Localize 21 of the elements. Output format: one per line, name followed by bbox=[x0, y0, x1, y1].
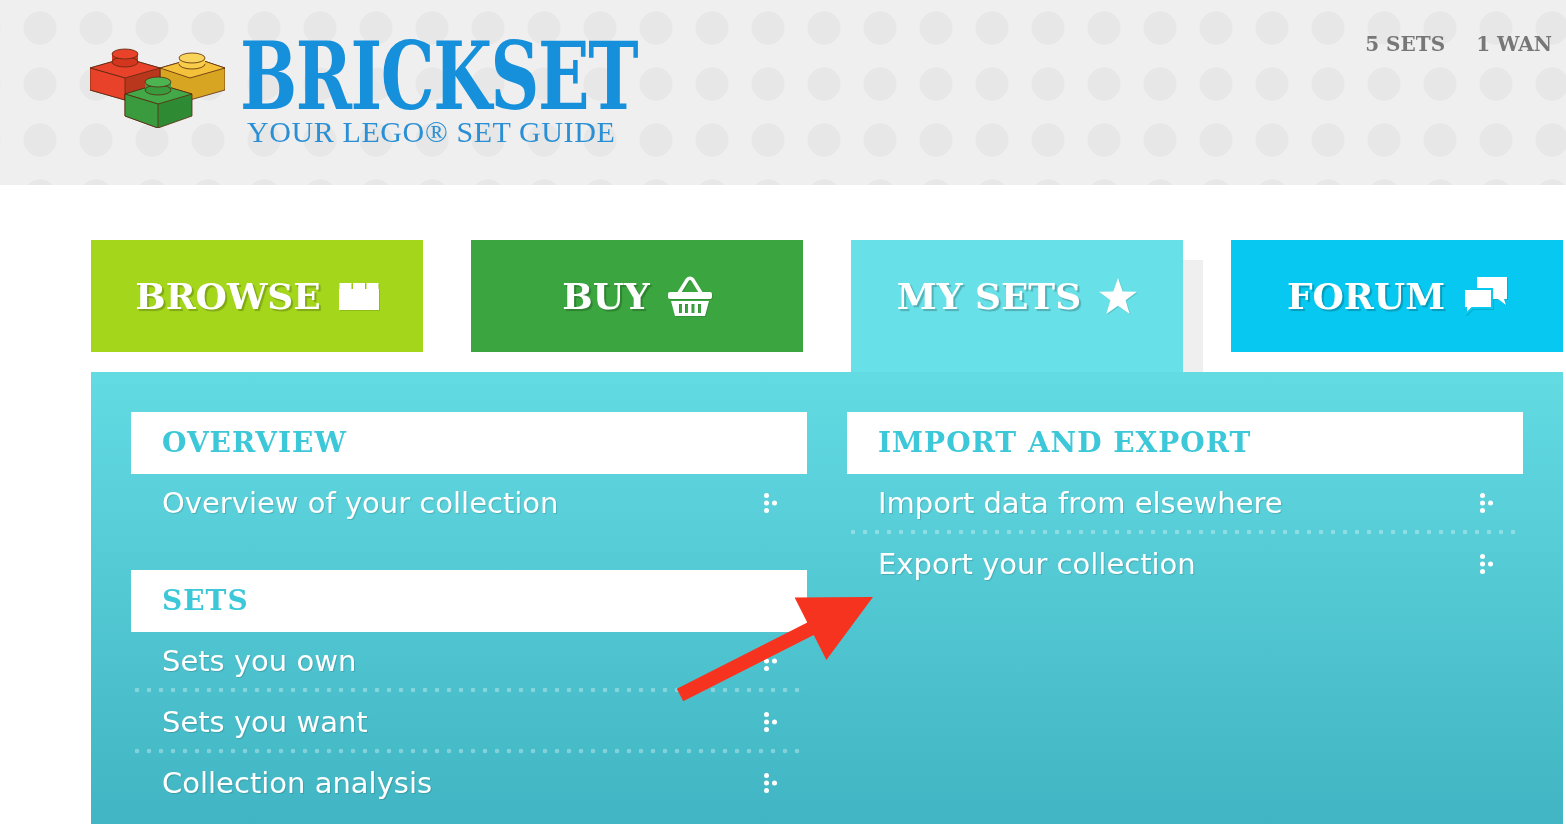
nav-tab[interactable]: BROWSE bbox=[91, 240, 423, 352]
menu-item[interactable]: Collection analysis bbox=[131, 754, 807, 815]
dot-arrow-icon bbox=[764, 773, 777, 793]
dot-arrow-icon bbox=[1480, 493, 1493, 513]
bricks-icon bbox=[90, 48, 225, 128]
nav-tab[interactable]: BUY bbox=[471, 240, 803, 352]
menu-item[interactable]: Export your collection bbox=[847, 535, 1523, 596]
section-heading: IMPORT AND EXPORT bbox=[847, 412, 1523, 474]
count-link[interactable]: 1 WAN bbox=[1476, 30, 1552, 58]
brick-icon bbox=[338, 282, 379, 310]
basket-icon bbox=[667, 276, 712, 316]
menu-item[interactable]: Overview of your collection bbox=[131, 474, 807, 535]
section-heading: OVERVIEW bbox=[131, 412, 807, 474]
dot-arrow-icon bbox=[1480, 554, 1493, 574]
count-link[interactable]: 5 SETS bbox=[1365, 30, 1446, 58]
section-heading: SETS bbox=[131, 570, 807, 632]
star-icon bbox=[1099, 278, 1138, 314]
chat-bubbles-icon bbox=[1463, 277, 1508, 315]
nav-tab[interactable]: FORUM bbox=[1231, 240, 1563, 352]
dot-arrow-icon bbox=[764, 712, 777, 732]
dot-arrow-icon bbox=[764, 493, 777, 513]
